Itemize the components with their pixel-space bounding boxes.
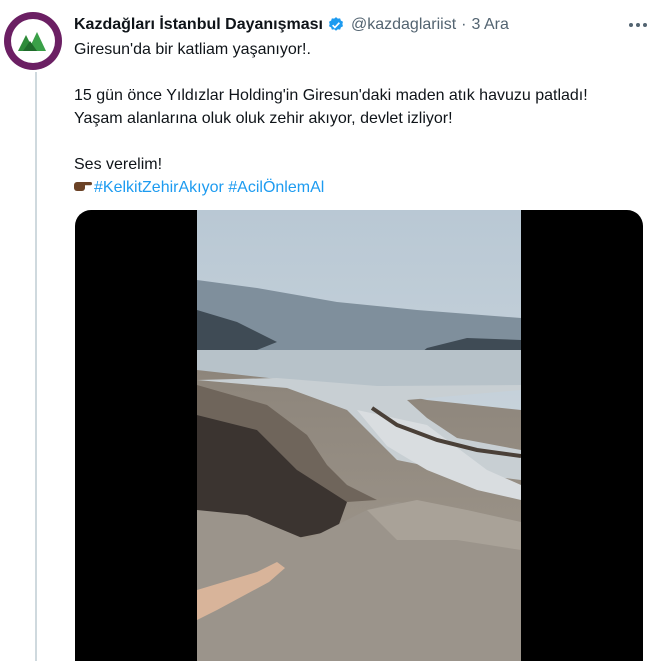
timestamp[interactable]: 3 Ara (471, 16, 508, 34)
tweet-line: Yaşam alanlarına oluk oluk zehir akıyor,… (74, 110, 453, 127)
logo-icon (11, 19, 55, 63)
verified-badge-icon (327, 16, 345, 34)
hashtag-link[interactable]: #AcilÖnlemAl (228, 179, 324, 196)
author-handle[interactable]: @kazdaglariist (351, 16, 456, 34)
tweet-text: Giresun'da bir katliam yaşanıyor!. 15 gü… (74, 38, 654, 199)
video-frame (197, 210, 521, 661)
author-name[interactable]: Kazdağları İstanbul Dayanışması (74, 16, 323, 34)
thread-line (35, 72, 37, 661)
separator-dot: · (461, 16, 467, 33)
tweet-header: Kazdağları İstanbul Dayanışması @kazdagl… (74, 14, 652, 36)
tweet-line: Ses verelim! (74, 156, 163, 173)
hashtag-line: #KelkitZehirAkıyor #AcilÖnlemAl (74, 176, 654, 199)
video-player[interactable] (75, 210, 643, 661)
pointing-finger-emoji (74, 176, 94, 199)
tweet-line: Giresun'da bir katliam yaşanıyor!. (74, 41, 311, 58)
avatar[interactable] (4, 12, 62, 70)
tweet-line: 15 gün önce Yıldızlar Holding'in Giresun… (74, 87, 588, 104)
hashtag-link[interactable]: #KelkitZehirAkıyor (94, 179, 224, 196)
more-options-icon[interactable] (624, 12, 652, 38)
